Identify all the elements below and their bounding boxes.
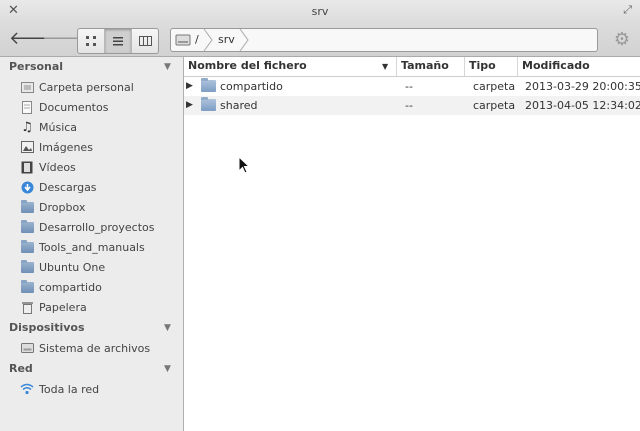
sidebar-item-label: Toda la red [39,382,100,396]
sidebar-item-label: Dropbox [39,200,86,214]
folder-icon [20,259,34,274]
sidebar-item-desarrollo-proyectos[interactable]: Desarrollo_proyectos [20,218,180,236]
sidebar-item-documentos[interactable]: Documentos [20,98,180,116]
maximize-icon[interactable]: ⤢ [623,3,632,17]
column-header-name[interactable]: Nombre del fichero [188,59,307,72]
column-view-button[interactable] [132,29,158,53]
column-header-type[interactable]: Tipo [469,59,496,72]
expander-arrow-icon[interactable]: ▶ [186,100,193,110]
back-button[interactable]: 🡐 [9,29,57,51]
sidebar-item-label: Documentos [39,100,109,114]
folder-icon [201,97,216,111]
breadcrumb-srv[interactable]: srv [218,33,235,46]
sidebar-item-label: Vídeos [39,160,76,174]
breadcrumb-root[interactable]: / [195,33,199,46]
file-type: carpeta [473,80,516,93]
file-modified: 2013-04-05 12:34:02 [525,99,640,112]
list-view-button[interactable] [105,29,132,53]
expander-arrow-icon[interactable]: ▶ [186,81,193,91]
music-icon: ♫ [21,119,33,135]
section-personal[interactable]: Personal [9,60,63,73]
documents-icon [20,100,34,114]
grid-icon [86,36,96,46]
sidebar-item-musica[interactable]: ♫ Música [20,118,180,136]
columns-icon [138,36,152,46]
title-bar: ✕ srv ⤢ [0,0,640,24]
sidebar-item-papelera[interactable]: Papelera [20,298,180,316]
home-folder-icon [20,80,34,94]
sidebar-item-label: Desarrollo_proyectos [39,220,155,234]
column-divider[interactable] [396,57,397,76]
sidebar-item-label: Ubuntu One [39,260,106,274]
folder-icon [20,199,34,214]
gear-icon[interactable]: ⚙ [614,29,630,50]
sidebar-item-videos[interactable]: Vídeos [20,158,180,176]
folder-icon [20,279,34,294]
sidebar-item-ubuntu-one[interactable]: Ubuntu One [20,258,180,276]
sidebar-item-label: Música [39,120,78,134]
column-divider[interactable] [464,57,465,76]
file-list-view: Nombre del fichero ▼ Tamaño Tipo Modific… [184,57,640,431]
folder-icon [20,219,34,234]
drive-icon [20,341,34,355]
sidebar-item-descargas[interactable]: Descargas [20,178,180,196]
collapse-arrow-icon[interactable]: ▼ [164,323,171,333]
sidebar-item-label: Descargas [39,180,97,194]
sidebar-item-tools-and-manuals[interactable]: Tools_and_manuals [20,238,180,256]
table-row[interactable]: ▶ compartido -- carpeta 2013-03-29 20:00… [184,77,640,96]
window-title: srv [311,5,329,18]
sidebar-item-toda-la-red[interactable]: Toda la red [20,380,180,398]
collapse-arrow-icon[interactable]: ▼ [164,62,171,72]
column-header-size[interactable]: Tamaño [401,59,449,72]
network-icon [20,382,34,396]
column-header-modified[interactable]: Modificado [522,59,590,72]
sidebar-item-carpeta-personal[interactable]: Carpeta personal [20,78,180,96]
sidebar-item-label: Papelera [39,300,87,314]
toolbar: 🡐 🡒 / srv ⚙ [0,24,640,57]
downloads-icon [20,180,34,194]
file-type: carpeta [473,99,516,112]
sidebar-item-label: Imágenes [39,140,93,154]
sidebar-item-sistema-de-archivos[interactable]: Sistema de archivos [20,339,180,357]
breadcrumb-separator [239,29,249,51]
videos-icon [20,160,34,174]
trash-icon [20,300,34,314]
list-icon [113,37,123,46]
sidebar-item-compartido[interactable]: compartido [20,278,180,296]
folder-icon [20,239,34,254]
sidebar-item-label: Sistema de archivos [39,341,151,355]
sort-descending-icon[interactable]: ▼ [382,62,388,71]
file-name: compartido [220,80,283,93]
collapse-arrow-icon[interactable]: ▼ [164,364,171,374]
file-modified: 2013-03-29 20:00:35 [525,80,640,93]
file-name: shared [220,99,258,112]
sidebar-item-label: Tools_and_manuals [39,240,145,254]
breadcrumb-separator [203,29,213,51]
sidebar-item-dropbox[interactable]: Dropbox [20,198,180,216]
forward-button[interactable]: 🡒 [42,29,90,51]
section-dispositivos[interactable]: Dispositivos [9,321,85,334]
icon-view-button[interactable] [78,29,105,53]
file-size: -- [405,80,413,93]
sidebar: Personal ▼ Carpeta personal Documentos ♫… [0,57,184,431]
drive-icon [175,34,191,46]
mouse-cursor-icon [238,156,250,174]
folder-icon [201,78,216,92]
table-row[interactable]: ▶ shared -- carpeta 2013-04-05 12:34:02 [184,96,640,115]
path-bar[interactable]: / srv [170,28,598,52]
view-mode-switcher [77,28,159,54]
sidebar-item-label: compartido [39,280,102,294]
column-header-row: Nombre del fichero ▼ Tamaño Tipo Modific… [184,57,640,77]
pictures-icon [20,140,34,154]
column-divider[interactable] [517,57,518,76]
file-size: -- [405,99,413,112]
section-red[interactable]: Red [9,362,33,375]
sidebar-item-label: Carpeta personal [39,80,134,94]
sidebar-item-imagenes[interactable]: Imágenes [20,138,180,156]
